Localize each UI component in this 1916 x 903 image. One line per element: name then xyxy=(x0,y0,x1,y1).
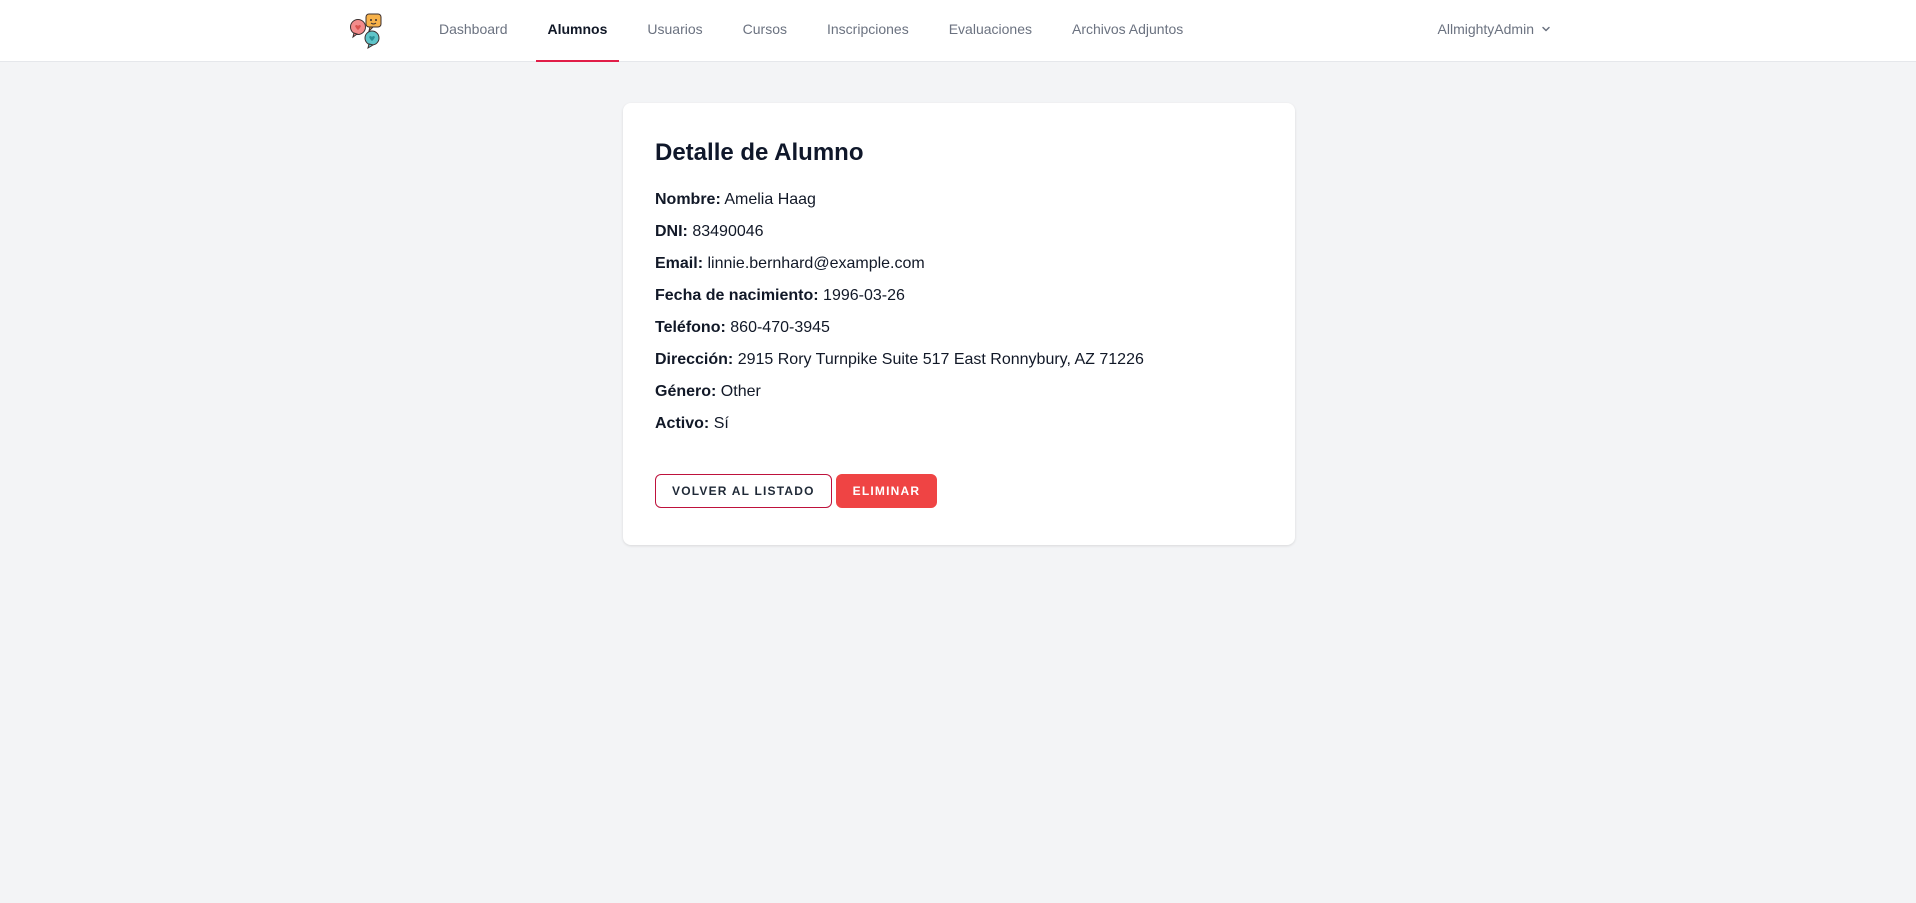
top-navigation: Dashboard Alumnos Usuarios Cursos Inscri… xyxy=(0,0,1916,62)
field-value: Amelia Haag xyxy=(724,191,816,208)
user-menu-dropdown[interactable]: AllmightyAdmin xyxy=(1438,0,1552,58)
field-value: 1996-03-26 xyxy=(823,287,905,304)
field-fecha-nacimiento: Fecha de nacimiento: 1996-03-26 xyxy=(655,286,1263,306)
nav-link-usuarios[interactable]: Usuarios xyxy=(635,0,714,62)
field-label: Activo: xyxy=(655,415,710,432)
nav-link-dashboard[interactable]: Dashboard xyxy=(427,0,520,62)
field-value: linnie.bernhard@example.com xyxy=(707,255,925,272)
student-detail-card: Detalle de Alumno Nombre: Amelia Haag DN… xyxy=(623,103,1295,545)
field-label: DNI: xyxy=(655,223,688,240)
field-value: 2915 Rory Turnpike Suite 517 East Ronnyb… xyxy=(737,351,1144,368)
nav-link-inscripciones[interactable]: Inscripciones xyxy=(815,0,921,62)
delete-button[interactable]: Eliminar xyxy=(835,474,938,508)
field-value: 860-470-3945 xyxy=(730,319,830,336)
back-to-list-button[interactable]: Volver al listado xyxy=(655,474,832,508)
nav-link-alumnos[interactable]: Alumnos xyxy=(535,0,620,62)
field-label: Dirección: xyxy=(655,351,734,368)
field-value: Sí xyxy=(713,415,729,432)
field-activo: Activo: Sí xyxy=(655,414,1263,434)
field-genero: Género: Other xyxy=(655,382,1263,402)
field-direccion: Dirección: 2915 Rory Turnpike Suite 517 … xyxy=(655,350,1263,370)
app-logo-icon[interactable] xyxy=(348,10,388,50)
field-dni: DNI: 83490046 xyxy=(655,222,1263,242)
field-label: Fecha de nacimiento: xyxy=(655,287,819,304)
chevron-down-icon xyxy=(1542,26,1550,32)
field-label: Email: xyxy=(655,255,704,272)
nav-link-cursos[interactable]: Cursos xyxy=(731,0,799,62)
field-value: 83490046 xyxy=(692,223,764,240)
field-label: Género: xyxy=(655,383,717,400)
main-nav: Dashboard Alumnos Usuarios Cursos Inscri… xyxy=(427,0,1211,62)
nav-link-evaluaciones[interactable]: Evaluaciones xyxy=(937,0,1044,62)
field-label: Nombre: xyxy=(655,191,721,208)
field-telefono: Teléfono: 860-470-3945 xyxy=(655,318,1263,338)
field-email: Email: linnie.bernhard@example.com xyxy=(655,254,1263,274)
field-label: Teléfono: xyxy=(655,319,726,336)
page-title: Detalle de Alumno xyxy=(655,139,864,166)
action-buttons: Volver al listado Eliminar xyxy=(655,474,1263,508)
nav-link-archivos-adjuntos[interactable]: Archivos Adjuntos xyxy=(1060,0,1195,62)
field-nombre: Nombre: Amelia Haag xyxy=(655,190,1263,210)
field-value: Other xyxy=(720,383,761,400)
user-name: AllmightyAdmin xyxy=(1437,21,1534,37)
